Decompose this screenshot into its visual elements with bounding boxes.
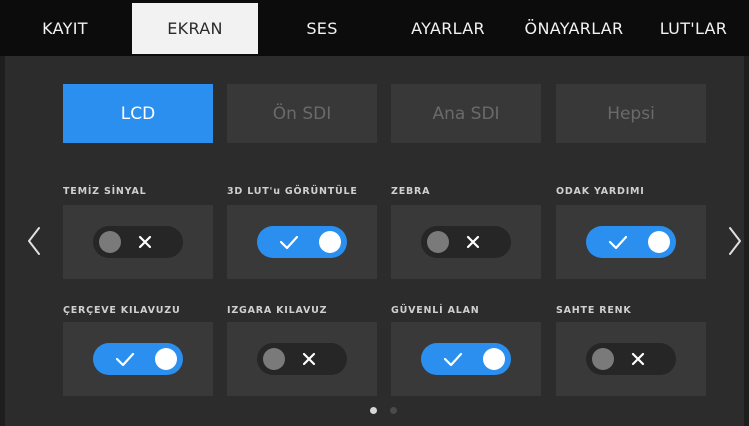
- zebra-toggle[interactable]: [421, 226, 511, 258]
- output-all-button[interactable]: Hepsi: [556, 84, 706, 143]
- checkmark-icon: [443, 352, 463, 367]
- clean-feed-toggle[interactable]: [93, 226, 183, 258]
- output-front-sdi-button[interactable]: Ön SDI: [227, 84, 377, 143]
- tab-ayarlar[interactable]: AYARLAR: [386, 3, 510, 54]
- display-3d-lut-label: 3D LUT'u GÖRÜNTÜLE: [227, 186, 358, 197]
- tab-onayarlar[interactable]: ÖNAYARLAR: [510, 3, 638, 54]
- frame-guides-tile: [63, 322, 213, 396]
- page-indicator-dot-2[interactable]: [390, 407, 397, 414]
- safe-area-label: GÜVENLİ ALAN: [391, 305, 480, 316]
- tab-kayit[interactable]: KAYIT: [0, 3, 130, 54]
- chevron-left-icon[interactable]: [26, 226, 42, 256]
- grid-guides-toggle[interactable]: [257, 343, 347, 375]
- toggle-knob: [263, 348, 285, 370]
- clean-feed-tile: [63, 205, 213, 279]
- checkmark-icon: [115, 352, 135, 367]
- checkmark-icon: [279, 235, 299, 250]
- tab-ses[interactable]: SES: [258, 3, 386, 54]
- toggle-knob: [648, 231, 670, 253]
- toggle-knob: [592, 348, 614, 370]
- false-color-tile: [556, 322, 706, 396]
- focus-assist-label: ODAK YARDIMI: [556, 186, 645, 197]
- page-indicator-dot-1[interactable]: [370, 407, 377, 414]
- chevron-right-icon[interactable]: [727, 226, 743, 256]
- toggle-knob: [319, 231, 341, 253]
- toggle-knob: [155, 348, 177, 370]
- tab-ekran[interactable]: EKRAN: [132, 3, 258, 54]
- tab-bar: KAYIT EKRAN SES AYARLAR ÖNAYARLAR LUT'LA…: [0, 0, 749, 56]
- zebra-tile: [391, 205, 541, 279]
- safe-area-toggle[interactable]: [421, 343, 511, 375]
- false-color-label: SAHTE RENK: [556, 305, 632, 316]
- zebra-label: ZEBRA: [391, 186, 431, 197]
- toggle-knob: [427, 231, 449, 253]
- safe-area-tile: [391, 322, 541, 396]
- frame-guides-toggle[interactable]: [93, 343, 183, 375]
- x-icon: [466, 235, 480, 249]
- output-main-sdi-button[interactable]: Ana SDI: [391, 84, 541, 143]
- x-icon: [302, 352, 316, 366]
- frame-guides-label: ÇERÇEVE KILAVUZU: [63, 305, 181, 316]
- x-icon: [631, 352, 645, 366]
- focus-assist-toggle[interactable]: [586, 226, 676, 258]
- output-lcd-button[interactable]: LCD: [63, 84, 213, 143]
- focus-assist-tile: [556, 205, 706, 279]
- display-settings-screen: KAYIT EKRAN SES AYARLAR ÖNAYARLAR LUT'LA…: [0, 0, 749, 426]
- x-icon: [138, 235, 152, 249]
- checkmark-icon: [608, 235, 628, 250]
- grid-guides-tile: [227, 322, 377, 396]
- false-color-toggle[interactable]: [586, 343, 676, 375]
- display-3d-lut-toggle[interactable]: [257, 226, 347, 258]
- clean-feed-label: TEMİZ SİNYAL: [63, 186, 147, 197]
- toggle-knob: [483, 348, 505, 370]
- tab-lutlar[interactable]: LUT'LAR: [638, 3, 749, 54]
- grid-guides-label: IZGARA KILAVUZ: [227, 305, 328, 316]
- toggle-knob: [99, 231, 121, 253]
- display-3d-lut-tile: [227, 205, 377, 279]
